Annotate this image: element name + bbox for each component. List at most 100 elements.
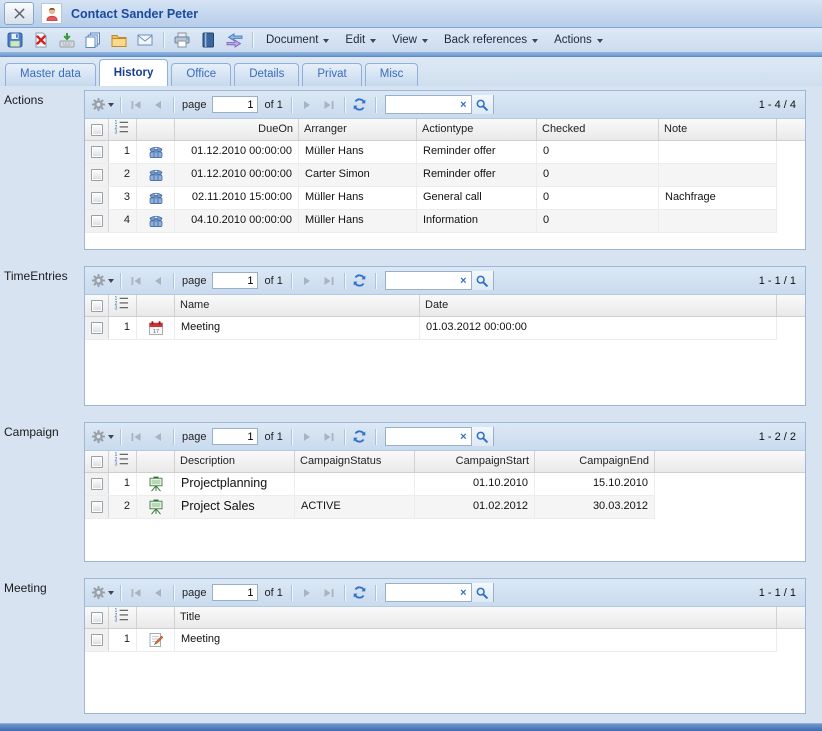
table-row[interactable]: 3 02.11.2010 15:00:00Müller HansGeneral … xyxy=(85,187,777,210)
page-number-input[interactable] xyxy=(212,272,258,289)
page-number-input[interactable] xyxy=(212,584,258,601)
print-button[interactable] xyxy=(172,30,192,50)
first-page-button[interactable] xyxy=(127,271,145,291)
first-page-button[interactable] xyxy=(127,583,145,603)
table-row[interactable]: 4 04.10.2010 00:00:00Müller HansInformat… xyxy=(85,210,777,233)
tab-privat[interactable]: Privat xyxy=(302,63,361,86)
row-checkbox[interactable] xyxy=(91,192,103,204)
row-checkbox[interactable] xyxy=(91,215,103,227)
refresh-button[interactable] xyxy=(351,271,369,291)
first-page-button[interactable] xyxy=(127,427,145,447)
row-checkbox[interactable] xyxy=(91,478,103,490)
grid-search-input[interactable] xyxy=(386,273,456,288)
select-all-checkbox[interactable] xyxy=(91,124,103,136)
row-number: 2 xyxy=(109,164,137,186)
mail-button[interactable] xyxy=(135,30,155,50)
next-page-button[interactable] xyxy=(298,95,316,115)
page-number-input[interactable] xyxy=(212,428,258,445)
save-button[interactable] xyxy=(5,30,25,50)
select-all-checkbox[interactable] xyxy=(91,300,103,312)
grid-search-input[interactable] xyxy=(386,585,456,600)
search-button[interactable] xyxy=(471,427,493,446)
prev-page-button[interactable] xyxy=(149,271,167,291)
folder-button[interactable] xyxy=(109,30,129,50)
copy-button[interactable] xyxy=(83,30,103,50)
settings-button[interactable] xyxy=(91,95,114,115)
column-header[interactable]: Arranger xyxy=(299,119,417,140)
clear-search-icon[interactable]: × xyxy=(456,587,471,599)
last-page-button[interactable] xyxy=(320,271,338,291)
last-page-button[interactable] xyxy=(320,427,338,447)
search-button[interactable] xyxy=(471,95,493,114)
mail-icon xyxy=(137,32,153,48)
search-button[interactable] xyxy=(471,583,493,602)
page-number-input[interactable] xyxy=(212,96,258,113)
last-page-button[interactable] xyxy=(320,583,338,603)
refresh-button[interactable] xyxy=(351,583,369,603)
table-row[interactable]: 1 Meeting xyxy=(85,629,777,652)
column-header[interactable]: Description xyxy=(175,451,295,472)
delete-document-button[interactable] xyxy=(31,30,51,50)
notebook-button[interactable] xyxy=(198,30,218,50)
next-page-button[interactable] xyxy=(298,427,316,447)
column-header[interactable]: Actiontype xyxy=(417,119,537,140)
refresh-button[interactable] xyxy=(351,95,369,115)
row-checkbox[interactable] xyxy=(91,634,103,646)
import-button[interactable] xyxy=(57,30,77,50)
table-row[interactable]: 1 17 Meeting01.03.2012 00:00:00 xyxy=(85,317,777,340)
settings-button[interactable] xyxy=(91,271,114,291)
row-checkbox[interactable] xyxy=(91,322,103,334)
column-header[interactable]: CampaignStatus xyxy=(295,451,415,472)
clear-search-icon[interactable]: × xyxy=(456,99,471,111)
calendar-icon: 17 xyxy=(137,317,175,339)
refresh-button[interactable] xyxy=(351,427,369,447)
column-header[interactable]: CampaignStart xyxy=(415,451,535,472)
menu-view[interactable]: View xyxy=(387,32,433,48)
header-filler xyxy=(777,607,805,628)
tab-details[interactable]: Details xyxy=(234,63,299,86)
column-header[interactable]: Title xyxy=(175,607,777,628)
column-header[interactable]: Checked xyxy=(537,119,659,140)
row-checkbox[interactable] xyxy=(91,501,103,513)
prev-page-button[interactable] xyxy=(149,583,167,603)
toolbar-separator xyxy=(344,429,345,445)
transfer-button[interactable] xyxy=(224,30,244,50)
table-row[interactable]: 2 01.12.2010 00:00:00Carter SimonReminde… xyxy=(85,164,777,187)
column-header[interactable]: DueOn xyxy=(175,119,299,140)
tab-misc[interactable]: Misc xyxy=(365,63,419,86)
settings-button[interactable] xyxy=(91,427,114,447)
next-page-button[interactable] xyxy=(298,271,316,291)
menu-back-references[interactable]: Back references xyxy=(439,32,543,48)
clear-search-icon[interactable]: × xyxy=(456,275,471,287)
table-row[interactable]: 1 01.12.2010 00:00:00Müller HansReminder… xyxy=(85,141,777,164)
tab-office[interactable]: Office xyxy=(171,63,231,86)
menu-actions[interactable]: Actions xyxy=(549,32,608,48)
column-header[interactable]: CampaignEnd xyxy=(535,451,655,472)
row-checkbox[interactable] xyxy=(91,146,103,158)
next-page-button[interactable] xyxy=(298,583,316,603)
table-row[interactable]: 1 Projectplanning01.10.201015.10.2010 xyxy=(85,473,655,496)
close-button[interactable] xyxy=(4,2,34,25)
tab-history[interactable]: History xyxy=(99,59,169,86)
column-header[interactable]: Note xyxy=(659,119,777,140)
tab-master-data[interactable]: Master data xyxy=(5,63,96,86)
grid-search-input[interactable] xyxy=(386,97,456,112)
menu-document[interactable]: Document xyxy=(261,32,334,48)
select-all-checkbox[interactable] xyxy=(91,612,103,624)
table-cell: Projectplanning xyxy=(175,473,295,495)
menu-edit[interactable]: Edit xyxy=(340,32,381,48)
search-button[interactable] xyxy=(471,271,493,290)
prev-page-button[interactable] xyxy=(149,427,167,447)
select-all-checkbox[interactable] xyxy=(91,456,103,468)
column-header[interactable]: Name xyxy=(175,295,420,316)
table-row[interactable]: 2 Project SalesACTIVE01.02.201230.03.201… xyxy=(85,496,655,519)
clear-search-icon[interactable]: × xyxy=(456,431,471,443)
grid-search-input[interactable] xyxy=(386,429,456,444)
first-page-button[interactable] xyxy=(127,95,145,115)
last-page-button[interactable] xyxy=(320,95,338,115)
settings-button[interactable] xyxy=(91,583,114,603)
row-checkbox[interactable] xyxy=(91,169,103,181)
column-header[interactable]: Date xyxy=(420,295,777,316)
prev-page-button[interactable] xyxy=(149,95,167,115)
refresh-icon xyxy=(352,585,367,600)
